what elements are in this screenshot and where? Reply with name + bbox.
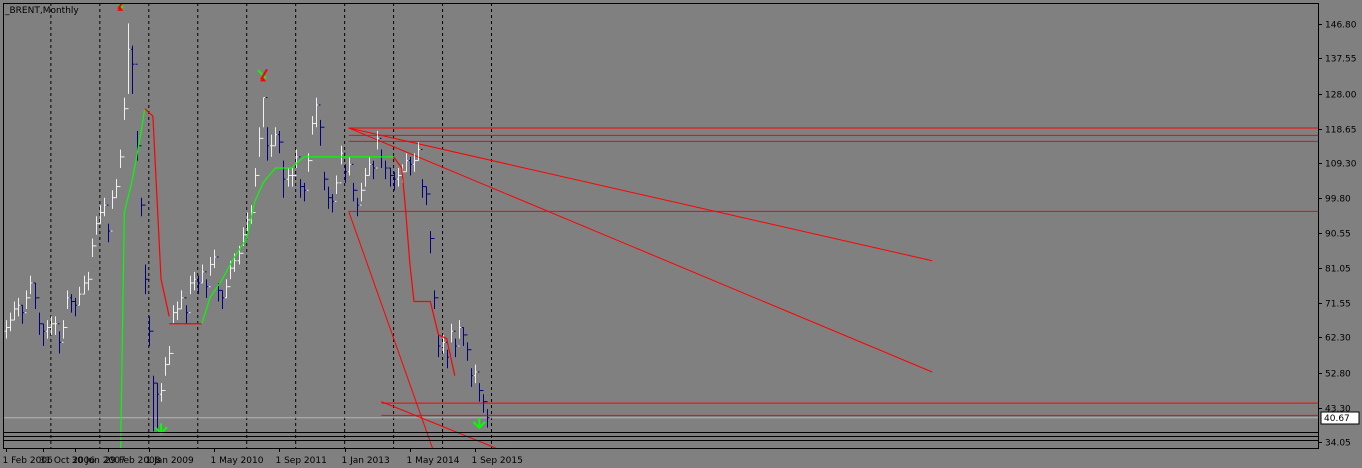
y-tick-label: 52.80 (1325, 370, 1351, 380)
x-tick-label: 1 Jan 2009 (146, 456, 194, 466)
y-tick-label: 128.00 (1325, 91, 1357, 101)
chart-window[interactable]: 146.80 137.55 128.00 118.65 109.30 99.80 90.55… (0, 0, 1362, 468)
y-tick-label: 137.55 (1325, 55, 1357, 65)
chart-title: _BRENT,Monthly (4, 6, 79, 16)
y-tick-label: 118.65 (1325, 126, 1357, 136)
y-tick-label: 109.30 (1325, 160, 1357, 170)
y-tick-label: 146.80 (1325, 21, 1357, 31)
x-tick-label: 1 Jan 2013 (342, 456, 390, 466)
y-tick-label: 62.30 (1325, 334, 1351, 344)
x-tick-label: 1 Sep 2015 (472, 456, 523, 466)
y-tick-label: 99.80 (1325, 195, 1351, 205)
x-tick-label: 1 May 2014 (407, 456, 460, 466)
x-tick-label: 1 Sep 2011 (276, 456, 327, 466)
current-price-label: 40.67 (1324, 414, 1350, 424)
x-tick-label: 1 May 2010 (211, 456, 264, 466)
y-tick-label: 34.05 (1325, 439, 1351, 449)
y-tick-label: 71.55 (1325, 300, 1351, 310)
y-tick-label: 90.55 (1325, 230, 1351, 240)
chart-background (0, 0, 1362, 468)
y-tick-label: 81.05 (1325, 265, 1351, 275)
price-chart[interactable]: 146.80 137.55 128.00 118.65 109.30 99.80 90.55… (0, 0, 1362, 468)
